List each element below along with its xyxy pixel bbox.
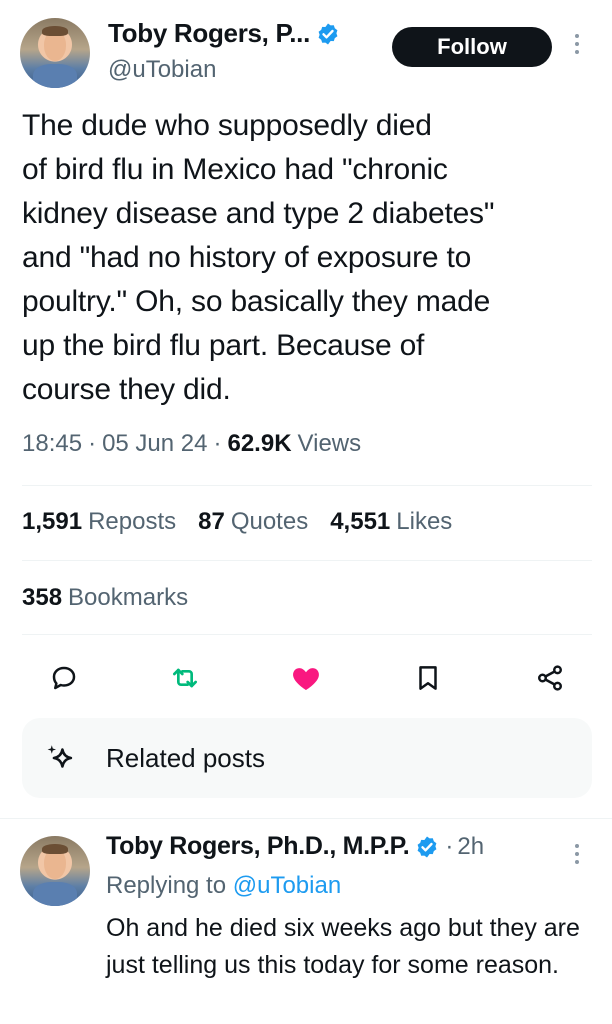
verified-badge-icon xyxy=(318,23,338,44)
avatar[interactable] xyxy=(20,18,90,88)
author-handle[interactable]: @uTobian xyxy=(108,56,216,84)
bookmarks-count: 358 xyxy=(22,584,63,611)
tweet-meta: 18:45 · 05 Jun 24 · 62.9K Views xyxy=(22,430,361,458)
reply-icon[interactable] xyxy=(44,656,84,700)
quotes-stat[interactable]: 87 Quotes xyxy=(198,508,308,536)
tweet-date[interactable]: 05 Jun 24 xyxy=(102,430,207,458)
repost-icon[interactable] xyxy=(165,656,205,700)
reply-time-separator: · xyxy=(445,832,454,860)
follow-button[interactable]: Follow xyxy=(392,27,552,67)
tweet-time[interactable]: 18:45 xyxy=(22,430,82,458)
tweet-text: The dude who supposedly died of bird flu… xyxy=(22,109,495,406)
bookmarks-label: Bookmarks xyxy=(68,584,189,611)
reply-author-row: Toby Rogers, Ph.D., M.P.P. · 2h xyxy=(106,832,484,861)
action-bar xyxy=(0,656,612,700)
avatar[interactable] xyxy=(20,836,90,906)
bookmarks-stat[interactable]: 358 Bookmarks xyxy=(22,584,188,612)
like-icon[interactable] xyxy=(286,656,326,700)
sparkle-icon xyxy=(47,745,73,768)
views-label: Views xyxy=(297,430,362,457)
reply-time[interactable]: 2h xyxy=(457,833,484,861)
divider xyxy=(22,485,592,486)
replying-to: Replying to @uTobian xyxy=(106,872,341,900)
reply-author-name[interactable]: Toby Rogers, Ph.D., M.P.P. xyxy=(106,832,410,861)
verified-badge-icon xyxy=(417,836,437,857)
reposts-stat[interactable]: 1,591 Reposts xyxy=(22,508,176,536)
divider xyxy=(22,634,592,635)
main-tweet: Toby Rogers, P... @uTobian Follow The du… xyxy=(0,0,612,818)
replying-handle-link[interactable]: @uTobian xyxy=(233,872,341,899)
author-name-row: Toby Rogers, P... xyxy=(108,18,340,49)
related-posts-button[interactable]: Related posts xyxy=(22,718,592,798)
author-name[interactable]: Toby Rogers, P... xyxy=(108,18,310,49)
related-posts-label: Related posts xyxy=(106,742,265,773)
views-count: 62.9K xyxy=(227,430,292,457)
reply-text: Oh and he died six weeks ago but they ar… xyxy=(106,914,580,979)
likes-stat[interactable]: 4,551 Likes xyxy=(330,508,452,536)
more-options-icon[interactable] xyxy=(573,844,581,864)
engagement-stats: 1,591 Reposts 87 Quotes 4,551 Likes xyxy=(22,508,452,536)
replying-prefix: Replying to xyxy=(106,872,227,899)
share-icon[interactable] xyxy=(530,656,570,700)
divider xyxy=(22,560,592,561)
more-options-icon[interactable] xyxy=(573,34,581,54)
meta-separator: · xyxy=(213,430,222,457)
meta-separator: · xyxy=(88,430,97,457)
tweet-separator xyxy=(0,818,612,819)
bookmark-icon[interactable] xyxy=(408,656,448,700)
